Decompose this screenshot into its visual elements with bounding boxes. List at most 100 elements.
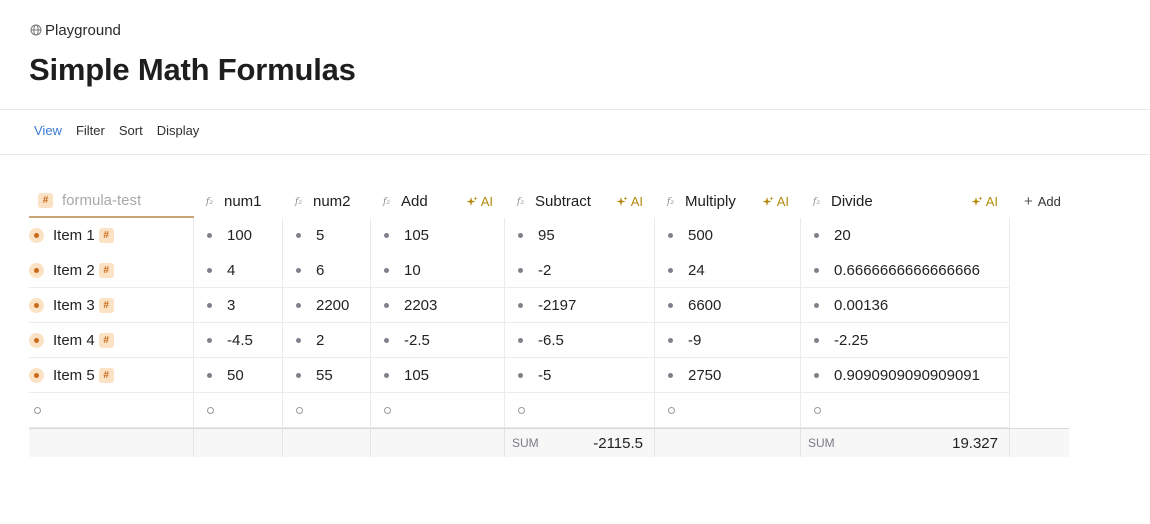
display-button[interactable]: Display xyxy=(157,123,200,138)
new-row-cell[interactable] xyxy=(801,393,1010,428)
column-header-add[interactable]: f₂ Add AI xyxy=(371,185,505,218)
row-name-cell[interactable]: Item 2 # xyxy=(29,253,194,288)
summary-cell[interactable] xyxy=(194,429,283,457)
ai-button[interactable]: AI xyxy=(466,194,493,209)
cell-num2[interactable]: 2 xyxy=(283,323,371,358)
cell-value: 10 xyxy=(404,261,421,279)
cell-multiply[interactable]: 6600 xyxy=(655,288,801,323)
summary-subtract[interactable]: SUM -2115.5 xyxy=(505,429,655,457)
filter-button[interactable]: Filter xyxy=(76,123,105,138)
summary-cell[interactable] xyxy=(29,429,194,457)
cell-divide[interactable]: 0.00136 xyxy=(801,288,1010,323)
new-row-cell[interactable] xyxy=(655,393,801,428)
new-row-cell[interactable] xyxy=(505,393,655,428)
bullet-icon xyxy=(207,302,212,308)
cell-multiply[interactable]: -9 xyxy=(655,323,801,358)
name-column-header[interactable]: # formula-test xyxy=(29,185,194,218)
cell-value: -9 xyxy=(688,331,702,349)
cell-subtract[interactable]: -2 xyxy=(505,253,655,288)
row-name-cell[interactable]: Item 3 # xyxy=(29,288,194,323)
row-name-cell[interactable]: Item 4 # xyxy=(29,323,194,358)
cell-num1[interactable]: 100 xyxy=(194,218,283,253)
cell-add[interactable]: 2203 xyxy=(371,288,505,323)
cell-divide[interactable]: 0.9090909090909091 xyxy=(801,358,1010,393)
column-header-multiply[interactable]: f₂ Multiply AI xyxy=(655,185,801,218)
table-row[interactable]: Item 4 # -4.5 2 -2.5 -6.5 -9 -2.25 xyxy=(29,323,1069,358)
new-row-name-cell[interactable] xyxy=(29,393,194,428)
empty-circle-icon xyxy=(814,406,821,414)
ai-button[interactable]: AI xyxy=(616,194,643,209)
cell-num2[interactable]: 2200 xyxy=(283,288,371,323)
column-header-num1[interactable]: f₂ num1 xyxy=(194,185,283,218)
cell-add[interactable]: -2.5 xyxy=(371,323,505,358)
breadcrumb[interactable]: Playground xyxy=(30,20,121,40)
new-row[interactable] xyxy=(29,393,1069,428)
ai-label: AI xyxy=(630,194,643,209)
cell-value: 6 xyxy=(316,261,325,279)
view-toolbar: View Filter Sort Display xyxy=(34,123,199,138)
row-name-cell[interactable]: Item 1 # xyxy=(29,218,194,253)
sort-button[interactable]: Sort xyxy=(119,123,143,138)
bullet-icon xyxy=(296,302,301,308)
empty-circle-icon xyxy=(384,406,391,414)
summary-cell[interactable] xyxy=(371,429,505,457)
bullet-icon xyxy=(384,372,389,378)
cell-multiply[interactable]: 24 xyxy=(655,253,801,288)
summary-divide[interactable]: SUM 19.327 xyxy=(801,429,1010,457)
cell-multiply[interactable]: 2750 xyxy=(655,358,801,393)
tag-icon xyxy=(29,297,44,313)
cell-subtract[interactable]: 95 xyxy=(505,218,655,253)
cell-num2[interactable]: 55 xyxy=(283,358,371,393)
column-header-num2[interactable]: f₂ num2 xyxy=(283,185,371,218)
cell-subtract[interactable]: -2197 xyxy=(505,288,655,323)
cell-num1[interactable]: 3 xyxy=(194,288,283,323)
table-row[interactable]: Item 3 # 3 2200 2203 -2197 6600 0.00136 xyxy=(29,288,1069,323)
cell-divide[interactable]: -2.25 xyxy=(801,323,1010,358)
cell-num1[interactable]: 4 xyxy=(194,253,283,288)
formula-icon: f₂ xyxy=(206,196,213,207)
bullet-icon xyxy=(296,372,301,378)
cell-add[interactable]: 105 xyxy=(371,358,505,393)
new-row-cell[interactable] xyxy=(283,393,371,428)
cell-divide[interactable]: 20 xyxy=(801,218,1010,253)
add-column-button[interactable]: + Add xyxy=(1010,185,1061,218)
cell-num1[interactable]: 50 xyxy=(194,358,283,393)
cell-add[interactable]: 105 xyxy=(371,218,505,253)
sparkle-icon xyxy=(616,196,628,206)
column-label: Multiply xyxy=(685,193,736,210)
ai-button[interactable]: AI xyxy=(971,194,998,209)
tag-icon xyxy=(29,367,44,383)
ai-button[interactable]: AI xyxy=(762,194,789,209)
view-button[interactable]: View xyxy=(34,123,62,138)
column-header-subtract[interactable]: f₂ Subtract AI xyxy=(505,185,655,218)
cell-num2[interactable]: 5 xyxy=(283,218,371,253)
table-row[interactable]: Item 1 #100 5 105 95 500 20 xyxy=(29,218,1069,253)
new-row-cell[interactable] xyxy=(194,393,283,428)
cell-value: 50 xyxy=(227,366,244,384)
column-label: Add xyxy=(401,193,428,210)
cell-subtract[interactable]: -5 xyxy=(505,358,655,393)
hash-icon: # xyxy=(98,297,114,313)
cell-num1[interactable]: -4.5 xyxy=(194,323,283,358)
summary-cell[interactable] xyxy=(283,429,371,457)
table-row[interactable]: Item 5 # 50 55 105 -5 2750 0.9090909090909091 xyxy=(29,358,1069,393)
table-row[interactable]: Item 2 #4 6 10 -2 24 0.6666666666666666 xyxy=(29,253,1069,288)
column-header-divide[interactable]: f₂ Divide AI xyxy=(801,185,1010,218)
cell-value: 3 xyxy=(227,296,236,314)
summary-label: SUM xyxy=(808,436,835,450)
cell-add[interactable]: 10 xyxy=(371,253,505,288)
new-row-cell[interactable] xyxy=(371,393,505,428)
ai-label: AI xyxy=(776,194,789,209)
bullet-icon xyxy=(518,337,523,343)
summary-cell[interactable] xyxy=(655,429,801,457)
cell-multiply[interactable]: 500 xyxy=(655,218,801,253)
bullet-icon xyxy=(207,372,212,378)
bullet-icon xyxy=(814,337,819,343)
cell-num2[interactable]: 6 xyxy=(283,253,371,288)
tag-icon xyxy=(29,228,44,243)
row-name-cell[interactable]: Item 5 # xyxy=(29,358,194,393)
cell-divide[interactable]: 0.6666666666666666 xyxy=(801,253,1010,288)
cell-value: -5 xyxy=(538,366,552,384)
sparkle-icon xyxy=(466,196,478,206)
cell-subtract[interactable]: -6.5 xyxy=(505,323,655,358)
